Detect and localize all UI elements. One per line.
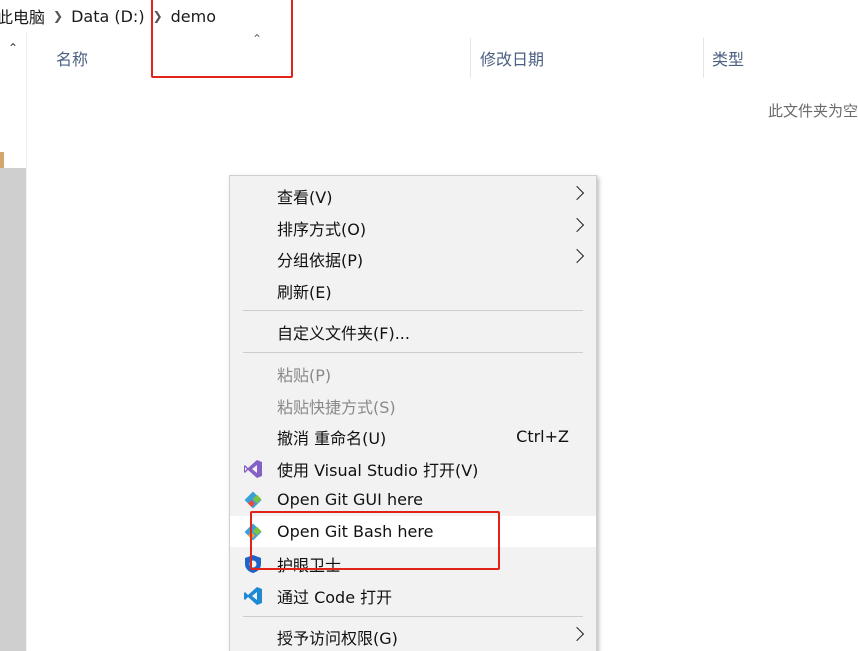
explorer-window: 此电脑 ❯ Data (D:) ❯ demo ⌃ ⌃ 名称 修改日期 类型 此文… [0, 0, 858, 651]
menu-item-label: 通过 Code 打开 [277, 587, 393, 607]
visual-studio-icon [243, 459, 263, 479]
menu-item-label: 查看(V) [277, 187, 333, 207]
menu-item-label: 自定义文件夹(F)... [277, 323, 410, 343]
chevron-right-icon [569, 248, 585, 264]
menu-separator [243, 310, 583, 311]
menu-item-label: Open Git GUI here [277, 490, 423, 509]
breadcrumb-item-this-pc[interactable]: 此电脑 [0, 4, 45, 28]
menu-item-label: 授予访问权限(G) [277, 628, 398, 648]
chevron-right-icon [569, 626, 585, 642]
vscode-icon [243, 586, 263, 606]
menu-item-sort-by[interactable]: 排序方式(O) [230, 212, 596, 243]
chevron-right-icon [569, 217, 585, 233]
scrollbar[interactable] [0, 168, 26, 651]
menu-separator [243, 352, 583, 353]
column-header-date[interactable]: 修改日期 [480, 46, 544, 70]
column-divider[interactable] [470, 38, 471, 78]
column-header-name[interactable]: 名称 [56, 46, 88, 70]
highlight-box-git-bash [250, 511, 500, 570]
column-header-type[interactable]: 类型 [712, 46, 744, 70]
menu-item-refresh[interactable]: 刷新(E) [230, 275, 596, 306]
menu-item-paste-shortcut: 粘贴快捷方式(S) [230, 390, 596, 421]
menu-item-shortcut: Ctrl+Z [516, 427, 569, 446]
column-divider[interactable] [703, 38, 704, 78]
menu-item-open-visual-studio[interactable]: 使用 Visual Studio 打开(V) [230, 453, 596, 484]
menu-item-paste: 粘贴(P) [230, 358, 596, 389]
menu-item-label: 粘贴(P) [277, 365, 332, 385]
breadcrumb: 此电脑 ❯ Data (D:) ❯ demo [0, 0, 858, 32]
menu-item-open-with-code[interactable]: 通过 Code 打开 [230, 580, 596, 611]
menu-item-grant-access[interactable]: 授予访问权限(G) [230, 621, 596, 651]
menu-item-label: 粘贴快捷方式(S) [277, 397, 396, 417]
scroll-up-icon[interactable]: ⌃ [0, 36, 26, 60]
menu-item-label: 撤消 重命名(U) [277, 428, 387, 448]
menu-item-group-by[interactable]: 分组依据(P) [230, 243, 596, 274]
menu-item-customize-folder[interactable]: 自定义文件夹(F)... [230, 316, 596, 347]
menu-separator [243, 616, 583, 617]
empty-folder-text: 此文件夹为空 [768, 102, 858, 120]
breadcrumb-item-data-drive[interactable]: Data (D:) [71, 7, 144, 26]
menu-item-undo-rename[interactable]: 撤消 重命名(U) Ctrl+Z [230, 421, 596, 452]
context-menu: 查看(V) 排序方式(O) 分组依据(P) 刷新(E) 自定义文件夹(F)...… [229, 175, 597, 651]
highlight-box-demo-folder [151, 0, 293, 78]
menu-item-view[interactable]: 查看(V) [230, 180, 596, 211]
chevron-right-icon [569, 185, 585, 201]
chevron-right-icon: ❯ [53, 9, 64, 23]
git-gui-icon [243, 490, 263, 510]
menu-item-label: 排序方式(O) [277, 219, 367, 239]
menu-item-label: 使用 Visual Studio 打开(V) [277, 460, 479, 480]
menu-item-label: 刷新(E) [277, 282, 332, 302]
menu-item-label: 分组依据(P) [277, 250, 364, 270]
